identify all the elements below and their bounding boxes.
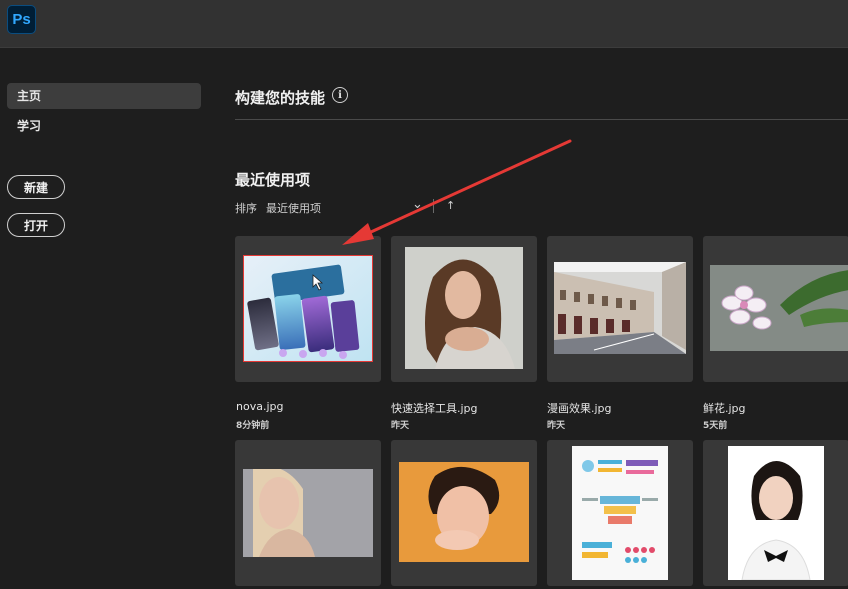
recent-file-card[interactable] (703, 236, 848, 382)
recent-file-card[interactable] (391, 236, 537, 382)
file-time: 5天前 (703, 421, 728, 431)
file-thumbnail (243, 255, 373, 362)
file-name[interactable]: 漫画效果.jpg (547, 400, 612, 416)
open-button[interactable]: 打开 (7, 213, 65, 237)
file-thumbnail (405, 247, 523, 369)
sidebar-item-home[interactable]: 主页 (7, 83, 201, 109)
new-button[interactable]: 新建 (7, 175, 65, 199)
file-thumbnail (572, 446, 668, 580)
sort-select[interactable]: 最近使用项 (266, 200, 321, 216)
file-thumbnail (710, 265, 848, 351)
file-thumbnail (243, 469, 373, 557)
recent-file-card[interactable] (235, 440, 381, 586)
file-thumbnail (728, 446, 824, 580)
file-thumbnail (554, 262, 686, 354)
sidebar-item-label: 主页 (17, 89, 42, 103)
info-icon[interactable]: i (332, 87, 348, 103)
section-divider (235, 119, 848, 120)
file-time: 昨天 (391, 421, 410, 431)
app-header: Ps (0, 0, 848, 48)
skills-title: 构建您的技能 (235, 89, 326, 107)
file-time: 昨天 (547, 421, 566, 431)
recent-file-card[interactable] (235, 236, 381, 382)
file-name[interactable]: 快速选择工具.jpg (391, 400, 478, 416)
recent-file-card[interactable] (703, 440, 848, 586)
annotation-arrow (342, 139, 572, 245)
recent-file-card[interactable] (547, 440, 693, 586)
file-name[interactable]: nova.jpg (236, 400, 283, 413)
sort-label: 排序 (235, 202, 257, 215)
file-name[interactable]: 鲜花.jpg (703, 400, 746, 416)
file-thumbnail (399, 462, 529, 562)
file-time: 8分钟前 (236, 421, 270, 431)
recent-title: 最近使用项 (235, 171, 311, 189)
photoshop-logo[interactable]: Ps (7, 5, 36, 34)
recent-file-card[interactable] (547, 236, 693, 382)
recent-file-card[interactable] (391, 440, 537, 586)
sidebar-item-learn[interactable]: 学习 (7, 113, 201, 139)
sidebar-item-label: 学习 (17, 119, 42, 133)
